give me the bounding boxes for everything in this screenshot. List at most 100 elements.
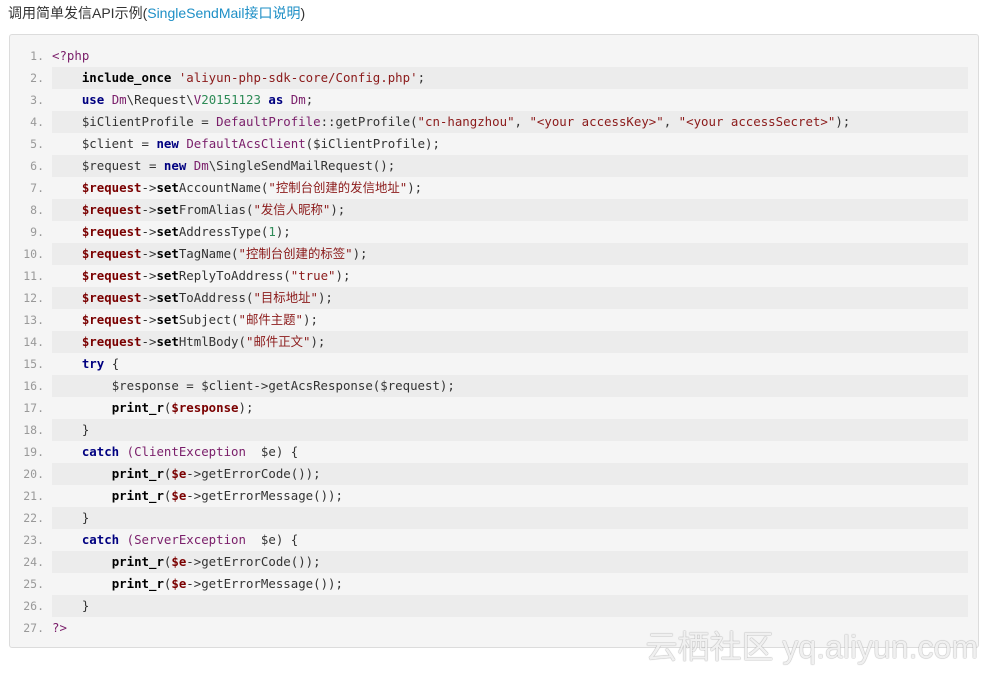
code-text: $request->setTagName("控制台创建的标签"); <box>52 243 968 265</box>
code-block: 1. <?php 2. include_once 'aliyun-php-sdk-c… <box>9 34 979 648</box>
code-token: HtmlBody( <box>178 334 246 349</box>
watermark: 云栖社区 yq.aliyun.com <box>645 629 978 665</box>
code-token: } <box>81 422 90 437</box>
line-number: 6. <box>30 159 44 173</box>
line-number: 26. <box>23 599 44 613</box>
code-token: ); <box>317 290 333 305</box>
code-line: 4. $iClientProfile = DefaultProfile::get… <box>10 111 978 133</box>
code-token: $e <box>171 554 187 569</box>
api-doc-link[interactable]: SingleSendMail接口说明 <box>147 5 300 21</box>
code-line: 16. $response = $client->getAcsResponse(… <box>10 375 978 397</box>
code-line: 22. } <box>10 507 978 529</box>
code-token: set <box>156 224 179 239</box>
code-token: new <box>163 158 187 173</box>
code-token: -> <box>141 180 157 195</box>
code-line: 24. print_r($e->getErrorCode()); <box>10 551 978 573</box>
code-text: $request->setSubject("邮件主题"); <box>52 309 968 331</box>
code-text: $request->setFromAlias("发信人昵称"); <box>52 199 968 221</box>
code-text: print_r($e->getErrorCode()); <box>52 551 968 573</box>
line-number: 7. <box>30 181 44 195</box>
code-token: $e <box>171 576 187 591</box>
code-line: 11. $request->setReplyToAddress("true"); <box>10 265 978 287</box>
code-token: use <box>81 92 105 107</box>
code-line: 5. $client = new DefaultAcsClient($iClie… <box>10 133 978 155</box>
code-text: catch (ClientException $e) { <box>52 441 968 463</box>
code-lines: 1. <?php 2. include_once 'aliyun-php-sdk-c… <box>10 45 978 639</box>
line-number: 18. <box>23 423 44 437</box>
code-token: ReplyToAddress( <box>178 268 291 283</box>
code-token: ); <box>275 224 291 239</box>
section-heading: 调用简单发信API示例(SingleSendMail接口说明) <box>8 4 305 22</box>
code-token: ->getErrorCode()); <box>186 466 321 481</box>
code-token: -> <box>141 334 157 349</box>
code-line: 6. $request = new Dm\SingleSendMailReque… <box>10 155 978 177</box>
line-number: 20. <box>23 467 44 481</box>
code-line: 20. print_r($e->getErrorCode()); <box>10 463 978 485</box>
line-number: 27. <box>23 621 44 635</box>
code-token: 1 <box>268 224 276 239</box>
code-line: 23. catch (ServerException $e) { <box>10 529 978 551</box>
code-line: 9. $request->setAddressType(1); <box>10 221 978 243</box>
line-number: 15. <box>23 357 44 371</box>
code-token: , <box>514 114 530 129</box>
code-token: include_once <box>81 70 172 85</box>
code-token: Dm <box>193 158 209 173</box>
code-token: ->getErrorMessage()); <box>186 576 343 591</box>
code-line: 2. include_once 'aliyun-php-sdk-core/Con… <box>10 67 978 89</box>
code-line: 3. use Dm\Request\V20151123 as Dm; <box>10 89 978 111</box>
code-token: $request <box>81 268 142 283</box>
code-token: $request <box>81 224 142 239</box>
line-number: 22. <box>23 511 44 525</box>
line-number: 19. <box>23 445 44 459</box>
code-token: "目标地址" <box>253 290 318 305</box>
code-line: 10. $request->setTagName("控制台创建的标签"); <box>10 243 978 265</box>
line-number: 24. <box>23 555 44 569</box>
code-token: $request <box>81 334 142 349</box>
code-token: ; <box>417 70 426 85</box>
code-token: $response = $client->getAcsResponse($req… <box>111 378 455 393</box>
code-text: $request->setReplyToAddress("true"); <box>52 265 968 287</box>
code-line: 7. $request->setAccountName("控制台创建的发信地址"… <box>10 177 978 199</box>
code-line: 15. try { <box>10 353 978 375</box>
code-text: $request->setAddressType(1); <box>52 221 968 243</box>
code-token: ToAddress( <box>178 290 254 305</box>
code-text: $request = new Dm\SingleSendMailRequest(… <box>52 155 968 177</box>
code-token: ); <box>310 334 326 349</box>
code-token: ->getErrorCode()); <box>186 554 321 569</box>
line-number: 10. <box>23 247 44 261</box>
line-number: 9. <box>30 225 44 239</box>
code-token: as <box>268 92 284 107</box>
code-token: ); <box>352 246 368 261</box>
code-token: { <box>104 356 120 371</box>
code-token: -> <box>141 224 157 239</box>
code-token: "<your accessSecret>" <box>678 114 836 129</box>
code-token: 'aliyun-php-sdk-core/Config.php' <box>178 70 418 85</box>
code-text: include_once 'aliyun-php-sdk-core/Config… <box>52 67 968 89</box>
code-text: $request->setToAddress("目标地址"); <box>52 287 968 309</box>
code-token: $request <box>81 180 142 195</box>
code-token: $client = <box>81 136 157 151</box>
code-token: Dm <box>290 92 306 107</box>
code-token: try <box>81 356 105 371</box>
code-token: ); <box>335 268 351 283</box>
line-number: 4. <box>30 115 44 129</box>
code-token: "true" <box>290 268 336 283</box>
code-text: } <box>52 595 968 617</box>
code-token: "控制台创建的发信地址" <box>268 180 408 195</box>
code-token: TagName( <box>178 246 239 261</box>
code-line: 21. print_r($e->getErrorMessage()); <box>10 485 978 507</box>
code-token: ); <box>330 202 346 217</box>
code-token: , <box>663 114 679 129</box>
code-token: ; <box>305 92 314 107</box>
line-number: 21. <box>23 489 44 503</box>
code-token: "发信人昵称" <box>253 202 331 217</box>
line-number: 16. <box>23 379 44 393</box>
code-text: $request->setHtmlBody("邮件正文"); <box>52 331 968 353</box>
code-token: (ClientException <box>126 444 246 459</box>
code-text: $response = $client->getAcsResponse($req… <box>52 375 968 397</box>
code-token: } <box>81 598 90 613</box>
